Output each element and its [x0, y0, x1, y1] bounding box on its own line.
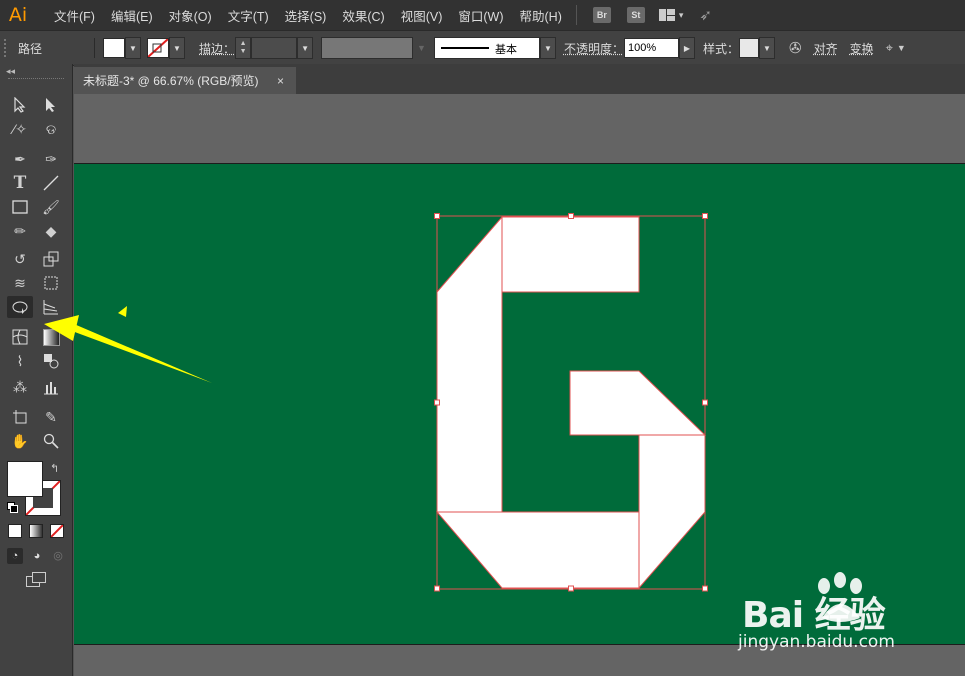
fill-color-swatch-front[interactable]	[7, 461, 43, 497]
g-bottom-bar[interactable]	[435, 511, 640, 589]
annotation-arrow	[44, 315, 212, 383]
bbox-handle[interactable]	[434, 585, 440, 592]
letter-g-artwork[interactable]	[435, 215, 707, 590]
bbox-handle[interactable]	[702, 213, 708, 219]
baidu-watermark: Bai 经验 jingyan.baidu.com	[738, 572, 958, 658]
bbox-handle[interactable]	[702, 399, 708, 406]
bbox-handle[interactable]	[568, 585, 574, 592]
bbox-handle[interactable]	[434, 213, 440, 219]
bbox-handle[interactable]	[434, 399, 440, 406]
watermark-url: jingyan.baidu.com	[738, 632, 895, 652]
g-top-bar[interactable]	[501, 216, 640, 293]
bbox-handle[interactable]	[568, 213, 574, 219]
bbox-handle[interactable]	[702, 585, 708, 592]
cursor-marker	[118, 306, 127, 317]
g-left-stroke[interactable]	[436, 215, 503, 513]
g-right-stroke[interactable]	[638, 434, 706, 590]
watermark-brand: Bai 经验	[742, 595, 886, 636]
g-crossbar[interactable]	[569, 370, 707, 436]
